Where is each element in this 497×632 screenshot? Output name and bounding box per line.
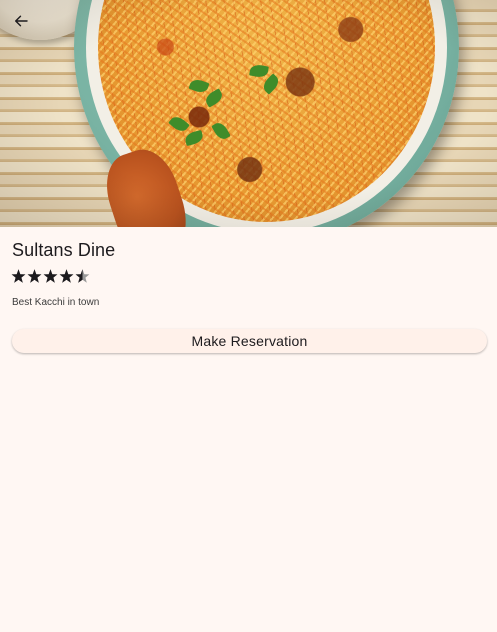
star-half-icon bbox=[75, 267, 90, 285]
star-full-icon bbox=[43, 267, 58, 285]
restaurant-description: Best Kacchi in town bbox=[12, 297, 100, 308]
star-full-icon bbox=[11, 267, 26, 285]
make-reservation-button[interactable]: Make Reservation bbox=[12, 329, 487, 353]
star-rating bbox=[11, 267, 90, 285]
star-full-icon bbox=[59, 267, 74, 285]
hero-image bbox=[0, 0, 497, 227]
back-button[interactable] bbox=[8, 10, 34, 36]
arrow-left-icon bbox=[13, 13, 29, 34]
image-vignette bbox=[0, 0, 497, 227]
star-full-icon bbox=[27, 267, 42, 285]
restaurant-name: Sultans Dine bbox=[12, 240, 116, 260]
restaurant-detail-screen: Sultans Dine Best Kacchi in town Make Re… bbox=[0, 0, 497, 632]
